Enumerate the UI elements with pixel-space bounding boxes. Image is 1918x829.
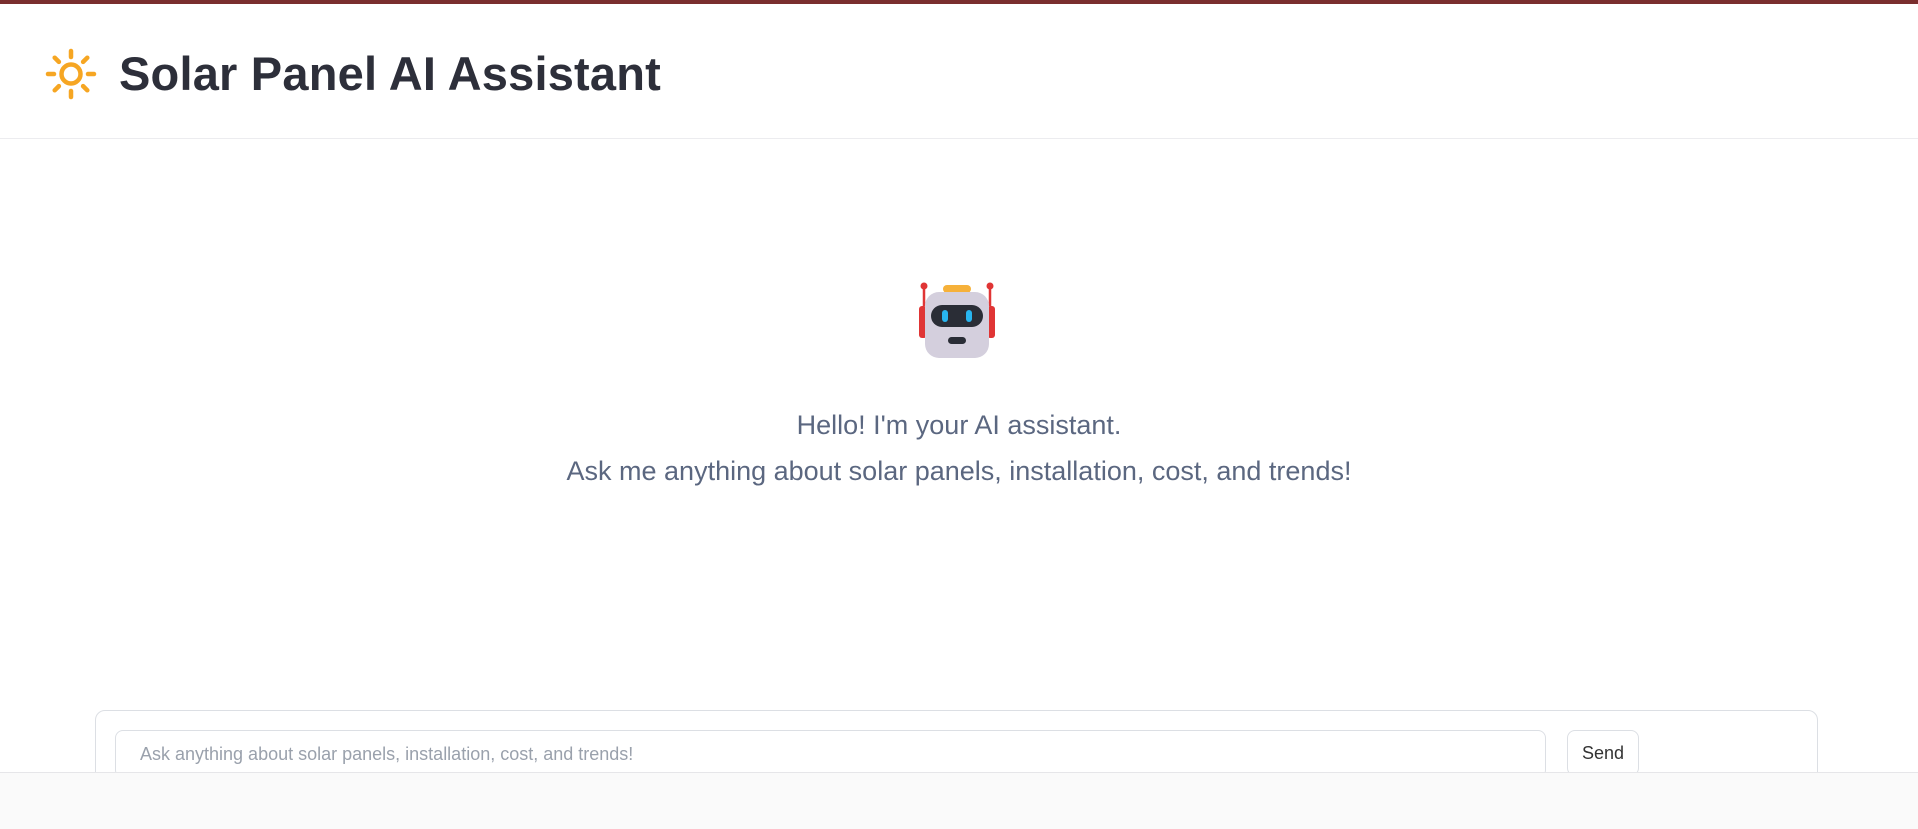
welcome-greeting: Hello! I'm your AI assistant. [796, 410, 1122, 440]
send-button[interactable]: Send [1567, 730, 1639, 776]
chat-area: Hello! I'm your AI assistant. Ask me any… [0, 140, 1918, 790]
message-input[interactable] [115, 730, 1546, 778]
welcome-subtitle: Ask me anything about solar panels, inst… [566, 456, 1352, 486]
app-title: Solar Panel AI Assistant [119, 47, 661, 100]
sun-icon [45, 48, 97, 100]
page-footer [0, 772, 1918, 829]
robot-icon [919, 282, 995, 358]
app-header: Solar Panel AI Assistant [0, 4, 1918, 139]
